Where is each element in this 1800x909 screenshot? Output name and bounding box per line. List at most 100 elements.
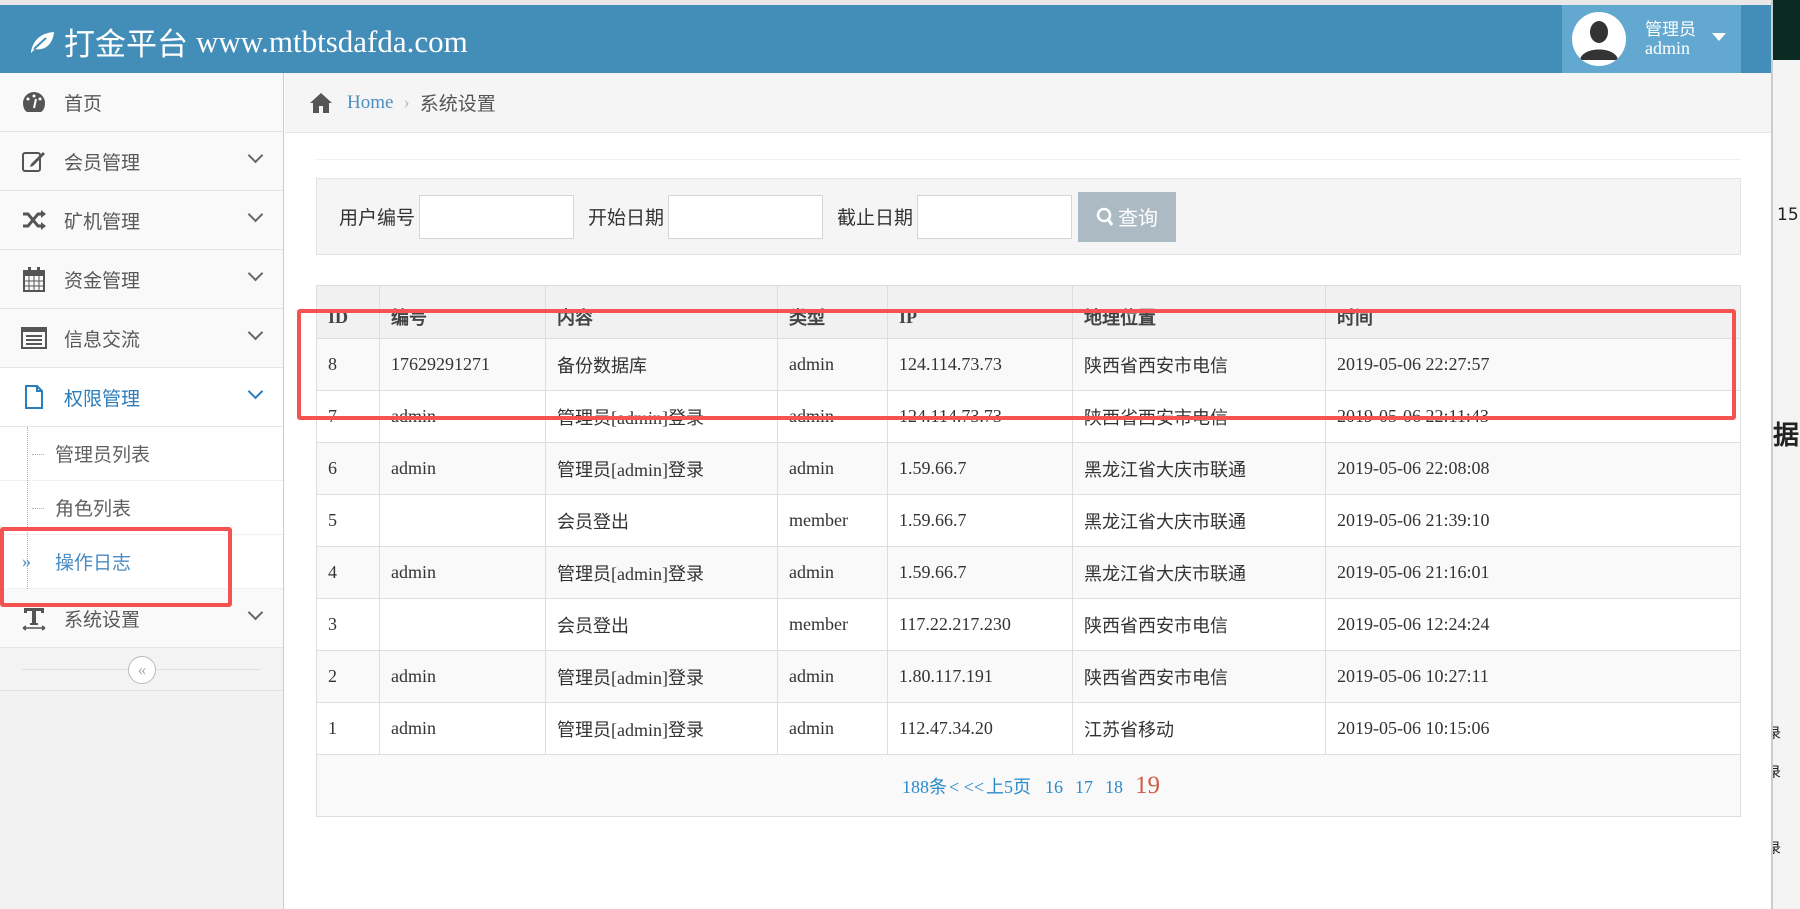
table-cell: admin [777, 650, 888, 703]
table-cell: 1 [316, 702, 380, 755]
background-fragment: 录 [1773, 723, 1781, 743]
sidebar-item-label: 权限管理 [64, 388, 141, 410]
prev-page-link[interactable]: < << [949, 777, 984, 797]
leaf-icon [31, 31, 54, 53]
background-fragment: 据 [1773, 421, 1800, 451]
table-row: 4 admin 管理员[admin]登录 admin 1.59.66.7 黑龙江省大庆市联… [316, 546, 1741, 599]
background-window-bar [1773, 0, 1800, 60]
chevron-down-icon [247, 147, 264, 164]
table-cell: 2 [316, 650, 380, 703]
breadcrumb-home-link[interactable]: Home [347, 92, 393, 114]
collapse-sidebar-button[interactable]: « [128, 656, 156, 684]
table-row: 5 会员登出 member 1.59.66.7 黑龙江省大庆市联通 2019-05-06 … [316, 494, 1741, 547]
prev-5-pages-link[interactable]: 上5页 [986, 777, 1031, 797]
table-cell: admin [379, 650, 546, 703]
table-cell: 2019-05-06 10:15:06 [1325, 702, 1741, 755]
table-cell: 陕西省西安市电信 [1072, 650, 1326, 703]
end-date-label: 截止日期 [837, 208, 914, 229]
sidebar-item-label: 资金管理 [64, 270, 141, 292]
table-cell [379, 598, 546, 651]
user-menu[interactable]: 管理员 admin [1562, 5, 1741, 73]
chevron-down-icon [247, 604, 264, 621]
search-panel: 用户编号 开始日期 截止日期 查询 [316, 178, 1741, 255]
table-row: 2 admin 管理员[admin]登录 admin 1.80.117.191 陕西省西安… [316, 650, 1741, 703]
table-cell: member [777, 494, 888, 547]
chevron-down-icon [247, 383, 264, 400]
sidebar-item-miners[interactable]: 矿机管理 [0, 191, 283, 250]
end-date-input[interactable] [917, 194, 1073, 239]
dashboard-icon [20, 88, 48, 116]
table-cell: 4 [316, 546, 380, 599]
chevron-down-icon [247, 265, 264, 282]
table-cell: member [777, 598, 888, 651]
table-cell: admin [777, 442, 888, 495]
user-id-label: 用户编号 [339, 208, 416, 229]
table-cell: 黑龙江省大庆市联通 [1072, 442, 1326, 495]
table-cell: 管理员[admin]登录 [545, 702, 778, 755]
user-icon [1574, 14, 1624, 64]
table-cell: 2019-05-06 22:08:08 [1325, 442, 1741, 495]
calendar-icon [20, 265, 48, 293]
submenu-label: 角色列表 [55, 499, 132, 520]
search-button[interactable]: 查询 [1078, 191, 1177, 242]
table-cell: 2019-05-06 10:27:11 [1325, 650, 1741, 703]
background-fragment: 15 [1777, 205, 1799, 225]
brand-url: www.mtbtsdafda.com [196, 23, 468, 59]
table-cell: 1.59.66.7 [887, 546, 1073, 599]
top-navbar: 打金平台 www.mtbtsdafda.com 管理员 admin [0, 5, 1771, 73]
submenu-item-admin-list[interactable]: 管理员列表 [0, 427, 283, 481]
text-icon [20, 604, 48, 632]
highlight-box-first-row [297, 309, 1736, 420]
table-cell: 2019-05-06 21:16:01 [1325, 546, 1741, 599]
table-cell: 1.80.117.191 [887, 650, 1073, 703]
chevron-down-icon [247, 206, 264, 223]
pagination: 188条 < << 上5页 16 17 18 19 [316, 754, 1741, 817]
table-cell: 2019-05-06 21:39:10 [1325, 494, 1741, 547]
sidebar-item-label: 会员管理 [64, 152, 141, 174]
highlight-box-operation-log [0, 527, 232, 607]
table-cell: 117.22.217.230 [887, 598, 1073, 651]
sidebar-item-permissions[interactable]: 权限管理 [0, 368, 283, 427]
user-role: 管理员 [1645, 20, 1696, 39]
table-cell: 6 [316, 442, 380, 495]
file-icon [20, 383, 48, 411]
table-cell: admin [379, 442, 546, 495]
page-link[interactable]: 18 [1105, 777, 1123, 797]
sidebar-item-label: 首页 [64, 93, 103, 115]
table-row: 3 会员登出 member 117.22.217.230 陕西省西安市电信 2019-05… [316, 598, 1741, 651]
sidebar-item-members[interactable]: 会员管理 [0, 132, 283, 191]
breadcrumb: Home › 系统设置 [285, 73, 1771, 133]
sidebar-collapse: « [0, 648, 283, 691]
table-cell: 2019-05-06 12:24:24 [1325, 598, 1741, 651]
brand-logo[interactable]: 打金平台 www.mtbtsdafda.com [28, 19, 468, 64]
background-fragment: 录 [1773, 838, 1781, 858]
brand-name: 打金平台 [64, 27, 188, 62]
user-name: admin [1645, 38, 1690, 58]
sidebar-item-funds[interactable]: 资金管理 [0, 250, 283, 309]
total-count: 188条 [902, 776, 948, 797]
start-date-input[interactable] [668, 194, 824, 239]
submenu-label: 管理员列表 [55, 445, 151, 466]
table-cell [379, 494, 546, 547]
sidebar-item-label: 系统设置 [64, 609, 141, 631]
table-cell: 会员登出 [545, 494, 778, 547]
current-page: 19 [1134, 771, 1160, 799]
table-cell: 1.59.66.7 [887, 494, 1073, 547]
caret-down-icon [1712, 33, 1726, 41]
sidebar-item-label: 信息交流 [64, 329, 141, 351]
table-cell: 3 [316, 598, 380, 651]
divider [316, 159, 1741, 160]
page-link[interactable]: 17 [1075, 777, 1093, 797]
sidebar-item-messages[interactable]: 信息交流 [0, 309, 283, 368]
table-cell: 管理员[admin]登录 [545, 442, 778, 495]
sidebar-item-home[interactable]: 首页 [0, 73, 283, 132]
user-id-input[interactable] [419, 194, 575, 239]
table-cell: admin [777, 546, 888, 599]
background-window: 15 据 录 录 录 [1771, 0, 1800, 909]
page-link[interactable]: 16 [1045, 777, 1063, 797]
start-date-label: 开始日期 [588, 208, 665, 229]
breadcrumb-separator-icon: › [403, 91, 410, 113]
sidebar: 首页 会员管理 矿机管理 资金管理 信息交流 权限管理 管理员列表 角色列表 »… [0, 73, 284, 909]
sidebar-item-label: 矿机管理 [64, 211, 141, 233]
table-cell: admin [379, 702, 546, 755]
